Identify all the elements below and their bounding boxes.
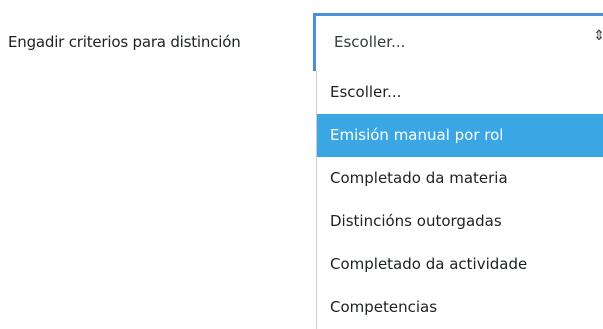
option-course-completion[interactable]: Completado da materia (317, 157, 603, 200)
up-down-arrows-icon: ⇕ (593, 28, 603, 44)
criteria-type-dropdown: Escoller... Emisión manual por rol Compl… (316, 71, 603, 329)
add-criteria-label: Engadir criterios para distinción (8, 33, 241, 51)
option-escoller[interactable]: Escoller... (317, 71, 603, 114)
option-competencies[interactable]: Competencias (317, 286, 603, 329)
option-activity-completion[interactable]: Completado da actividade (317, 243, 603, 286)
criteria-type-select[interactable]: Escoller... ⇕ (313, 13, 603, 71)
option-manual-issue-by-role[interactable]: Emisión manual por rol (317, 114, 603, 157)
select-current-value: Escoller... (334, 33, 406, 51)
criteria-form-row: Engadir criterios para distinción Escoll… (0, 0, 603, 329)
option-awarded-badges[interactable]: Distincións outorgadas (317, 200, 603, 243)
